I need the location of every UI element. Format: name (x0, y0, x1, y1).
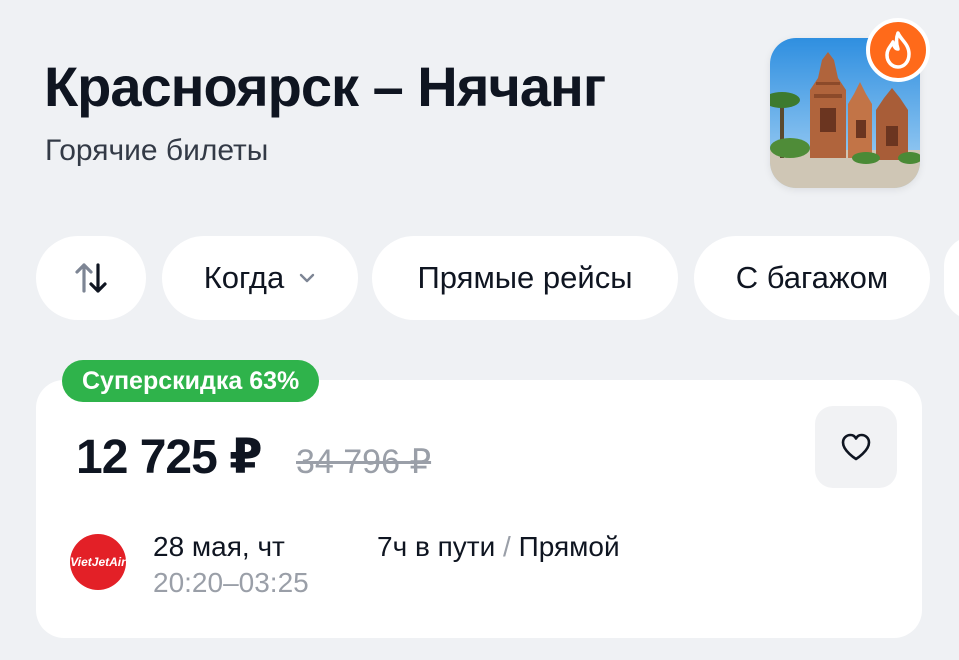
direct-flights-label: Прямые рейсы (417, 260, 633, 295)
time-dash: – (223, 567, 239, 598)
separator-slash: / (503, 531, 511, 562)
when-filter-label: Когда (203, 260, 285, 295)
swap-arrows-icon (75, 263, 107, 293)
flight-times: 20:20–03:25 (153, 566, 309, 600)
arrive-time: 03:25 (238, 567, 309, 598)
baggage-filter[interactable]: С багажом (694, 236, 930, 320)
direct-flights-filter[interactable]: Прямые рейсы (372, 236, 678, 320)
flight-date: 28 мая, чт (153, 531, 285, 562)
flight-duration: 7ч в пути / Прямой (377, 530, 620, 564)
duration-text: 7ч в пути (377, 531, 496, 562)
swap-direction-button[interactable] (36, 236, 146, 320)
ticket-price: 12 725 ₽ (76, 431, 263, 484)
when-filter-button[interactable]: Когда (162, 236, 358, 320)
favorite-button[interactable] (815, 406, 897, 488)
page-title: Красноярск – Нячанг (44, 55, 606, 118)
more-filter-chip[interactable] (944, 236, 959, 320)
chevron-down-icon (298, 272, 316, 284)
flight-type: Прямой (518, 531, 620, 562)
fire-icon (866, 18, 930, 82)
ticket-old-price: 34 796 ₽ (296, 443, 432, 481)
baggage-label: С багажом (735, 260, 889, 295)
discount-badge: Суперскидка 63% (62, 360, 320, 402)
page-subtitle: Горячие билеты (45, 134, 269, 167)
depart-time: 20:20 (153, 567, 224, 598)
heart-icon (841, 433, 871, 461)
airline-logo: VietJetAir (70, 534, 126, 590)
